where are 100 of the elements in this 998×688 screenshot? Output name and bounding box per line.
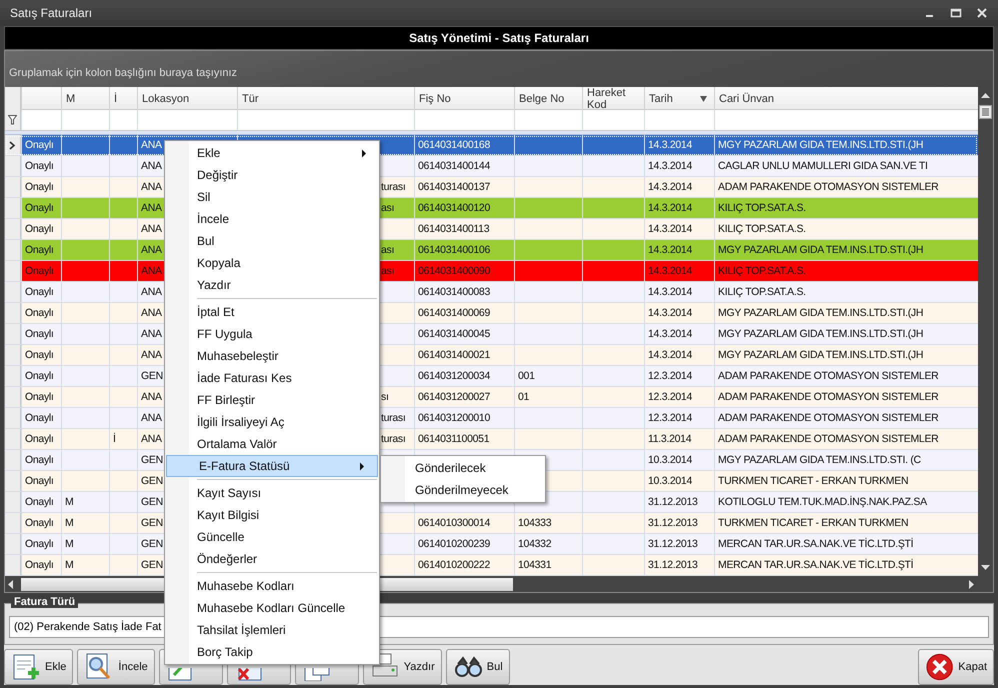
group-hint: Gruplamak için kolon başlığını buraya taşıyınız [9,67,238,79]
table-cell: 14.3.2014 [648,265,692,277]
toolbar-button[interactable]: Yazdır [362,649,442,685]
table-cell: 0614031400045 [418,328,490,340]
submenu-arrow-icon [361,148,367,158]
table-cell: ANA [141,160,162,172]
table-cell: 0614031200010 [418,412,490,424]
table-cell: MGY PAZARLAM GIDA TEM.INS.LTD.STI.(JH [718,307,924,319]
table-cell: 14.3.2014 [648,286,692,298]
table-cell: 0614031400113 [418,223,490,235]
table-cell: ANA [141,139,162,151]
table-cell: İ [113,433,116,445]
close-icon[interactable] [976,7,988,19]
table-cell: MERCAN TAR.UR.SA.NAK.VE TİC.LTD.ŞTİ [718,559,914,571]
table-cell: KILIÇ TOP.SAT.A.S. [718,265,806,277]
table-cell: 11.3.2014 [648,433,692,445]
table-cell: 14.3.2014 [648,181,692,193]
menu-item[interactable]: Muhasebeleştir [165,345,379,367]
row-indicator[interactable] [5,135,21,155]
menu-item[interactable]: Gönderilecek [381,457,545,479]
table-cell: Onaylı [25,139,54,151]
table-cell: ANA [141,412,162,424]
menu-item[interactable]: FF Birleştir [165,389,379,411]
table-cell: Onaylı [25,307,54,319]
table-cell: ANA [141,265,162,277]
menu-item[interactable]: İade Faturası Kes [165,367,379,389]
table-cell: 12.3.2014 [648,370,692,382]
menu-item[interactable]: FF Uygula [165,323,379,345]
table-cell: ADAM PARAKENDE OTOMASYON SISTEMLER [718,370,938,382]
table-cell: 0614031200027 [418,391,490,403]
toolbar-button[interactable]: Ekle [4,649,74,685]
window-title: Satış Faturaları [10,6,92,20]
menu-item[interactable]: Gönderilmeyecek [381,479,545,501]
filter-icon[interactable] [8,115,17,125]
table-cell: KILIÇ TOP.SAT.A.S. [718,223,806,235]
toolbar-button[interactable]: İncele [77,649,155,685]
table-cell: ADAM PARAKENDE OTOMASYON SISTEMLER [718,391,938,403]
table-cell: 10.3.2014 [648,454,692,466]
table-cell: 14.3.2014 [648,139,692,151]
table-cell: 31.12.2013 [648,517,698,529]
table-cell: ası [381,202,394,214]
table-cell: Onaylı [25,538,54,550]
table-cell: 0614010200222 [418,559,490,571]
table-cell: Onaylı [25,559,54,571]
table-cell: ADAM PARAKENDE OTOMASYON SISTEMLER [718,412,938,424]
table-cell: MGY PAZARLAM GIDA TEM.INS.LTD.STI.(JH [718,244,924,256]
table-cell: Onaylı [25,496,54,508]
table-cell: 0614031400106 [418,244,490,256]
table-cell: ANA [141,286,162,298]
table-cell: Onaylı [25,391,54,403]
table-cell: 104331 [518,559,552,571]
table-cell: Onaylı [25,454,54,466]
table-cell: ANA [141,433,162,445]
table-cell: Onaylı [25,370,54,382]
menu-item[interactable]: İptal Et [165,301,379,323]
menu-item[interactable]: Muhasebe Kodları [165,575,379,597]
menu-item[interactable]: E-Fatura Statüsü [166,455,378,477]
toolbar-button[interactable]: Bul [446,649,510,685]
table-cell: ANA [141,307,162,319]
submenu-arrow-icon [359,462,365,470]
table-cell: M [65,559,74,571]
table-cell: 12.3.2014 [648,391,692,403]
table-cell: 0614031400090 [418,265,490,277]
scroll-thumb-icon[interactable] [979,105,992,119]
table-cell: Onaylı [25,181,54,193]
table-cell: MGY PAZARLAM GIDA TEM.INS.LTD.STI.(JH [718,328,924,340]
table-cell: ası [381,265,394,277]
table-cell: GEN [141,517,163,529]
table-cell: ANA [141,328,162,340]
table-cell: 104332 [518,538,552,550]
menu-item[interactable]: Kayıt Sayısı [165,482,379,504]
table-cell: 104333 [518,517,552,529]
table-cell: M [65,538,74,550]
table-cell: ANA [141,181,162,193]
table-cell: 0614031200034 [418,370,490,382]
menu-item[interactable]: Tahsilat İşlemleri [165,619,379,641]
table-cell: 0614031400168 [418,139,490,151]
table-cell: 01 [518,391,530,403]
table-cell: Onaylı [25,433,54,445]
table-cell: GEN [141,496,163,508]
table-cell: GEN [141,454,163,466]
table-cell: Onaylı [25,265,54,277]
table-cell: Onaylı [25,223,54,235]
table-cell: 0614031400021 [418,349,490,361]
table-cell: ADAM PARAKENDE OTOMASYON SISTEMLER [718,433,938,445]
table-cell: 14.3.2014 [648,349,692,361]
table-cell: 0614031100051 [418,433,490,445]
table-cell: 0614031400069 [418,307,490,319]
table-cell: 14.3.2014 [648,244,692,256]
table-cell: Onaylı [25,160,54,172]
table-cell: ANA [141,202,162,214]
table-cell: 14.3.2014 [648,223,692,235]
table-cell: GEN [141,475,163,487]
table-cell: GEN [141,370,163,382]
table-cell: KOTILOGLU TEM.TUK.MAD.İNŞ.NAK.PAZ.SA [718,496,927,508]
close-button[interactable]: Kapat [918,649,994,685]
maximize-icon[interactable] [950,7,962,19]
table-cell: Onaylı [25,412,54,424]
menu-item[interactable]: Muhasebe Kodları Güncelle [165,597,379,619]
table-cell: GEN [141,559,163,571]
